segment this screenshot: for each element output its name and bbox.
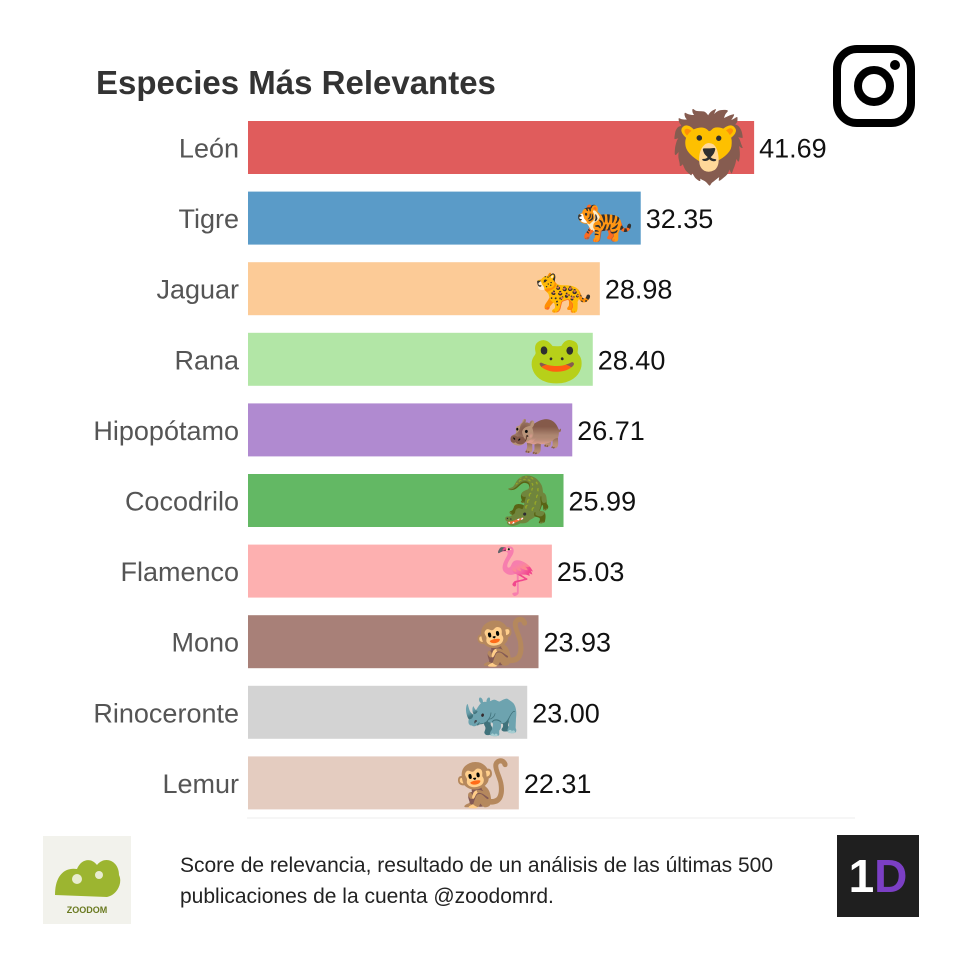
- jaguar-icon: 🐆: [535, 263, 592, 316]
- category-label: Jaguar: [156, 275, 239, 305]
- category-label: Rinoceronte: [93, 698, 239, 728]
- category-label: Rana: [174, 345, 240, 375]
- value-label: 28.98: [605, 275, 673, 305]
- rhino-icon: 🦏: [463, 686, 520, 738]
- value-label: 26.71: [577, 416, 645, 446]
- lemur-icon: 🐒: [454, 757, 511, 810]
- category-label: Mono: [171, 628, 239, 658]
- value-label: 25.99: [569, 487, 637, 517]
- frog-icon: 🐸: [528, 333, 585, 385]
- brand-1d-logo: 1D: [837, 835, 919, 917]
- hippo-icon: 🦛: [508, 404, 565, 456]
- zoodom-logo-text: ZOODOM: [66, 905, 108, 915]
- value-label: 28.40: [598, 345, 666, 375]
- footnote-line-1: Score de relevancia, resultado de un aná…: [180, 854, 774, 877]
- lion-icon: 🦁: [666, 108, 753, 188]
- value-label: 25.03: [557, 557, 625, 587]
- value-label: 32.35: [646, 204, 714, 234]
- value-label: 23.00: [532, 698, 600, 728]
- category-label: Flamenco: [120, 557, 239, 587]
- flamingo-icon: 🦩: [487, 545, 544, 599]
- category-label: Lemur: [162, 769, 239, 799]
- monkey-icon: 🐒: [474, 616, 531, 669]
- category-label: León: [179, 134, 239, 164]
- crocodile-icon: 🐊: [499, 473, 556, 528]
- category-label: Tigre: [178, 204, 239, 234]
- zoodom-animals-icon: [55, 860, 121, 897]
- value-label: 23.93: [544, 628, 612, 658]
- brand-1d-d: D: [874, 850, 908, 902]
- zoodom-logo: ZOODOM: [43, 836, 131, 924]
- brand-1d-one: 1: [848, 850, 875, 902]
- value-label: 41.69: [759, 134, 827, 164]
- footnote: Score de relevancia, resultado de un aná…: [180, 850, 800, 912]
- tiger-icon: 🐅: [576, 192, 633, 244]
- category-label: Hipopótamo: [93, 416, 239, 446]
- value-label: 22.31: [524, 769, 592, 799]
- footnote-line-2: publicaciones de la cuenta @zoodomrd.: [180, 885, 554, 908]
- bar-chart: León 🦁 41.69 Tigre 🐅 32.35 Jaguar 🐆 28.98 Rana 🐸 28…: [93, 108, 855, 819]
- category-label: Cocodrilo: [125, 487, 239, 517]
